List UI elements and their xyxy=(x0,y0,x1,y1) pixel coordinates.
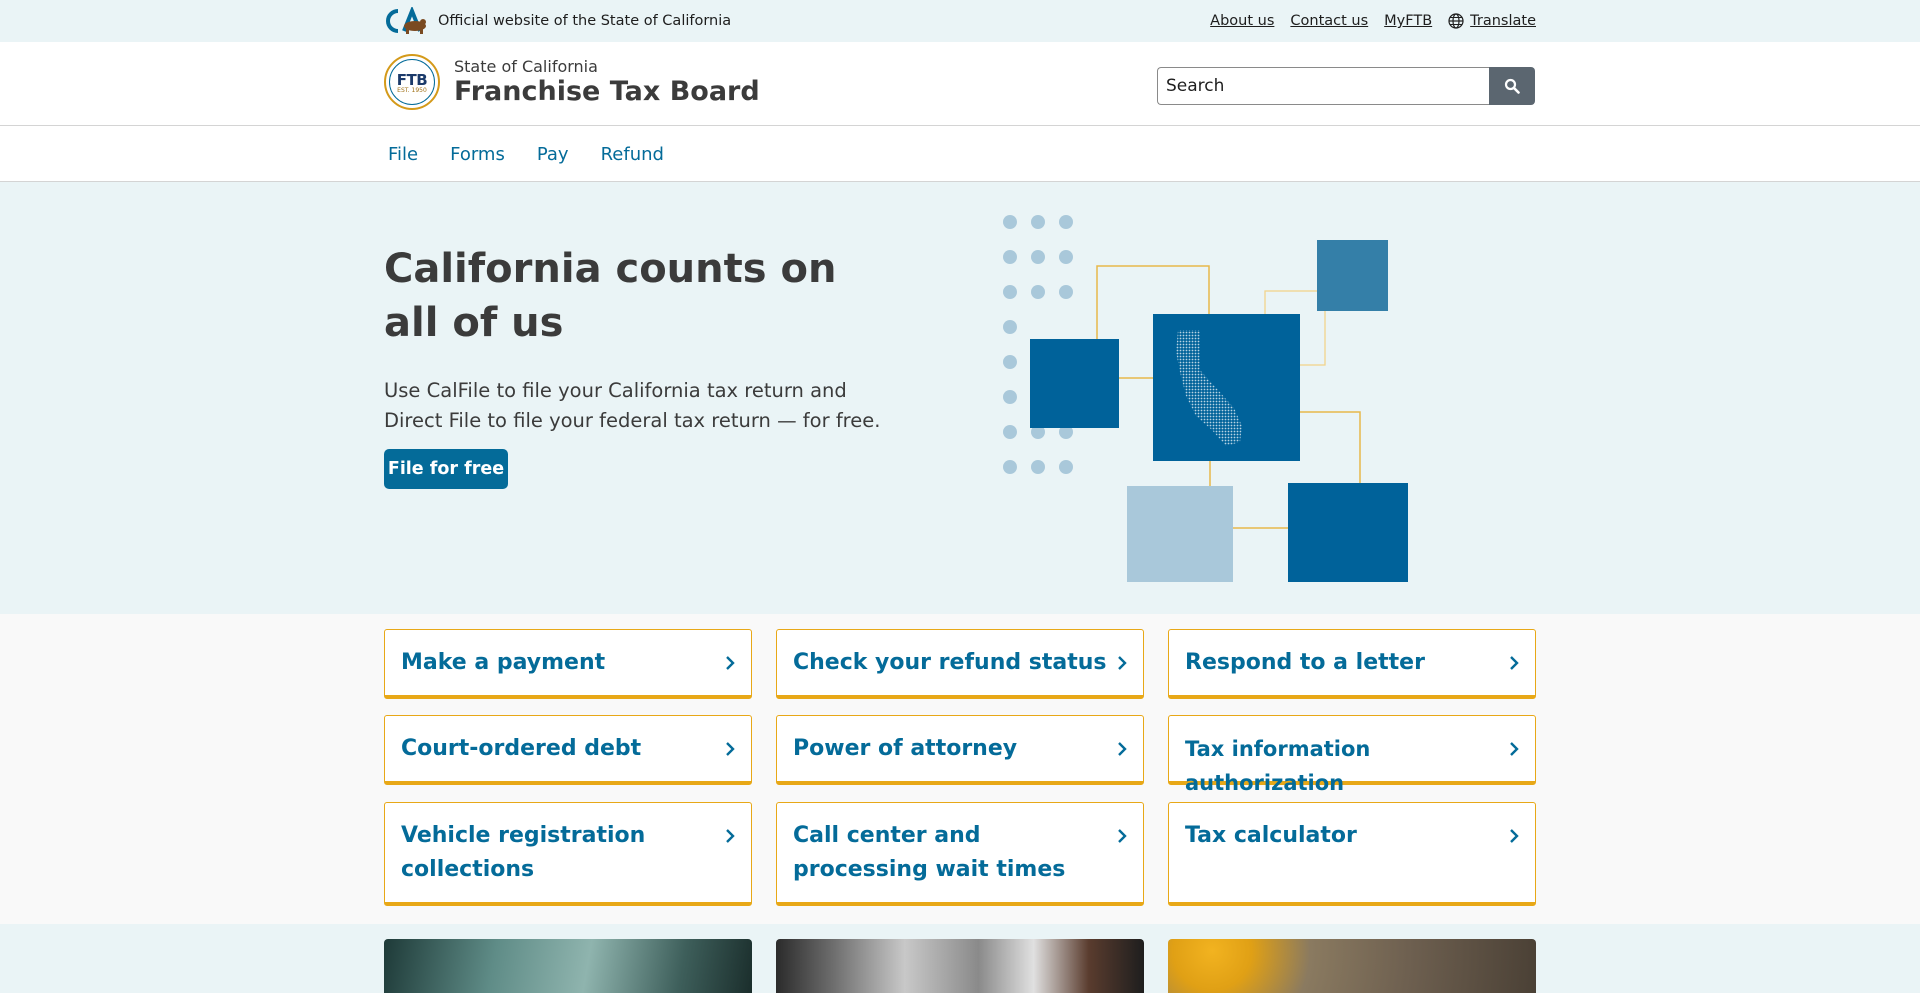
hero-text: Use CalFile to file your California tax … xyxy=(384,379,881,432)
card-label: Tax calculator xyxy=(1185,823,1357,848)
nav-item-file[interactable]: File xyxy=(388,144,418,165)
chevron-right-icon xyxy=(726,656,735,670)
quick-links-section: Make a payment Check your refund status … xyxy=(0,614,1920,924)
card-vehicle-registration-collections[interactable]: Vehicle registration collections xyxy=(384,802,752,906)
nav-item-refund[interactable]: Refund xyxy=(601,144,664,165)
feature-photo-3[interactable] xyxy=(1168,939,1536,993)
card-tax-calculator[interactable]: Tax calculator xyxy=(1168,802,1536,906)
card-label: Power of attorney xyxy=(793,736,1018,761)
card-label: Tax information authorization xyxy=(1185,737,1371,795)
agency-parent: State of California xyxy=(454,57,598,76)
featured-photos-section xyxy=(0,924,1920,993)
card-label: Call center and processing wait times xyxy=(793,823,1066,882)
translate-label: Translate xyxy=(1470,13,1536,29)
official-website-text: Official website of the State of Califor… xyxy=(438,13,732,29)
card-call-center-wait-times[interactable]: Call center and processing wait times xyxy=(776,802,1144,906)
card-respond-to-letter[interactable]: Respond to a letter xyxy=(1168,629,1536,699)
card-label: Vehicle registration collections xyxy=(401,823,646,882)
chevron-right-icon xyxy=(726,742,735,756)
search-button[interactable] xyxy=(1489,67,1535,105)
card-label: Make a payment xyxy=(401,650,606,675)
main-nav: File Forms Pay Refund xyxy=(0,126,1920,182)
agency-name: Franchise Tax Board xyxy=(454,76,760,107)
chevron-right-icon xyxy=(1118,656,1127,670)
card-label: Check your refund status xyxy=(793,650,1107,675)
about-us-link[interactable]: About us xyxy=(1210,13,1274,29)
card-court-ordered-debt[interactable]: Court-ordered debt xyxy=(384,715,752,785)
chevron-right-icon xyxy=(1510,656,1519,670)
card-label: Court-ordered debt xyxy=(401,736,642,761)
ca-official-banner: Official website of the State of Califor… xyxy=(384,7,731,35)
ftb-seal-logo: FTB EST. 1950 xyxy=(384,54,440,110)
card-power-of-attorney[interactable]: Power of attorney xyxy=(776,715,1144,785)
card-make-a-payment[interactable]: Make a payment xyxy=(384,629,752,699)
card-tax-information-authorization[interactable]: Tax information authorization xyxy=(1168,715,1536,795)
myftb-link[interactable]: MyFTB xyxy=(1384,13,1432,29)
nav-item-forms[interactable]: Forms xyxy=(450,144,505,165)
search-input[interactable] xyxy=(1157,67,1489,105)
hero-illustration xyxy=(1003,215,1408,582)
nav-item-pay[interactable]: Pay xyxy=(537,144,569,165)
seal-est-text: EST. 1950 xyxy=(397,86,427,94)
file-for-free-button[interactable]: File for free xyxy=(384,449,508,489)
chevron-right-icon xyxy=(1118,742,1127,756)
chevron-right-icon xyxy=(1510,829,1519,843)
feature-photo-2[interactable] xyxy=(776,939,1144,993)
ftb-brand[interactable]: FTB EST. 1950 State of California Franch… xyxy=(384,54,760,110)
translate-button[interactable]: Translate xyxy=(1448,13,1536,29)
utility-bar: Official website of the State of Califor… xyxy=(0,0,1920,42)
globe-icon xyxy=(1448,13,1464,29)
chevron-right-icon xyxy=(1118,829,1127,843)
feature-photo-1[interactable] xyxy=(384,939,752,993)
card-check-refund-status[interactable]: Check your refund status xyxy=(776,629,1144,699)
site-header: FTB EST. 1950 State of California Franch… xyxy=(0,42,1920,126)
card-label: Respond to a letter xyxy=(1185,650,1425,675)
ca-gov-logo-icon[interactable] xyxy=(384,7,428,35)
chevron-right-icon xyxy=(726,829,735,843)
search-icon xyxy=(1504,78,1520,94)
site-search xyxy=(1157,67,1535,105)
contact-us-link[interactable]: Contact us xyxy=(1290,13,1368,29)
hero-title: California counts on all of us xyxy=(384,246,837,346)
chevron-right-icon xyxy=(1510,742,1519,756)
hero-section: California counts on all of us Use CalFi… xyxy=(0,182,1920,614)
